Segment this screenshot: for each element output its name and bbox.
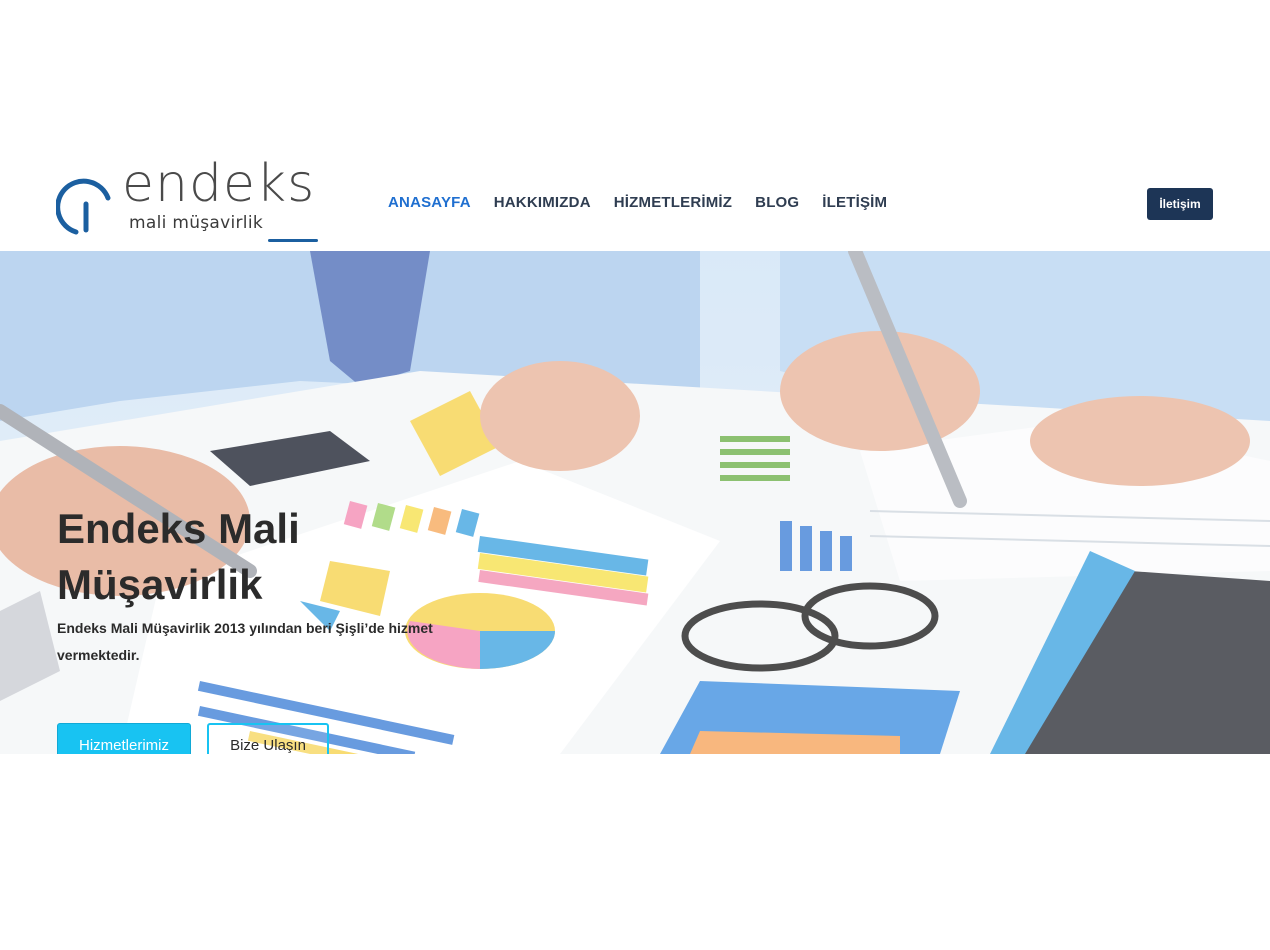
contact-us-button[interactable]: Bize Ulaşın [207, 723, 329, 754]
nav-item-iletisim[interactable]: İLETİŞİM [822, 194, 887, 212]
logo-mark-icon [56, 178, 111, 235]
logo-tagline: mali müşavirlik [129, 213, 264, 233]
hero-description: Endeks Mali Müşavirlik 2013 yılından ber… [57, 620, 433, 663]
hero-title: Endeks Mali Müşavirlik [57, 505, 300, 608]
contact-button[interactable]: İletişim [1147, 188, 1213, 220]
nav-item-hakkimizda[interactable]: HAKKIMIZDA [494, 194, 591, 212]
logo-wordmark: endeks [122, 154, 316, 214]
hero-banner: Endeks Mali Müşavirlik Endeks Mali Müşav… [0, 251, 1270, 754]
main-nav: ANASAYFA HAKKIMIZDA HİZMETLERİMİZ BLOG İ… [388, 194, 910, 212]
services-button[interactable]: Hizmetlerimiz [57, 723, 191, 754]
logo-underline [268, 239, 318, 242]
nav-item-blog[interactable]: BLOG [755, 194, 799, 212]
site-header: endeks mali müşavirlik ANASAYFA HAKKIMIZ… [0, 158, 1270, 251]
nav-item-hizmetlerimiz[interactable]: HİZMETLERİMİZ [614, 194, 732, 212]
nav-item-anasayfa[interactable]: ANASAYFA [388, 194, 471, 212]
logo[interactable]: endeks mali müşavirlik [56, 158, 324, 242]
